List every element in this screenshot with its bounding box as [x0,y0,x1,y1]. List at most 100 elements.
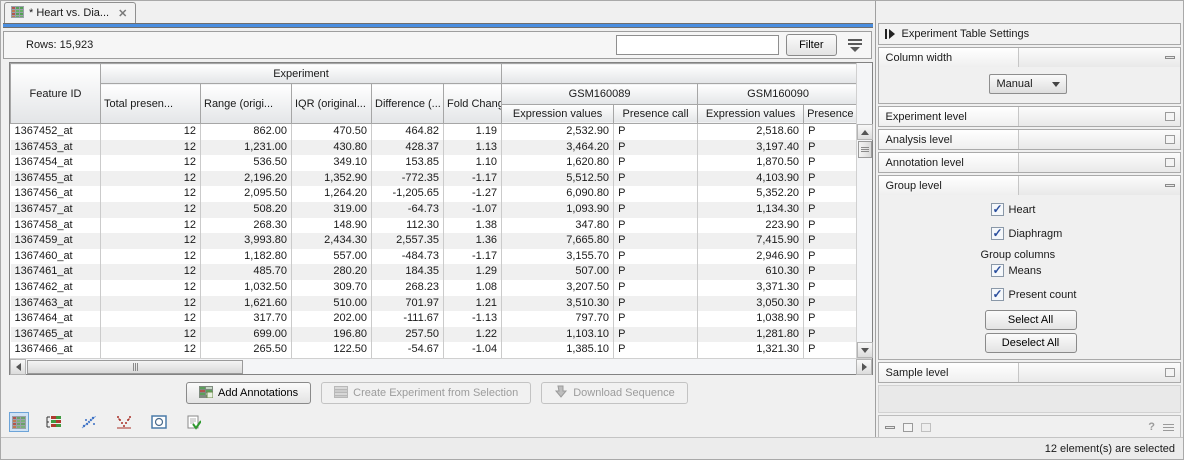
table-cell[interactable]: 1,103.10 [502,327,614,343]
table-cell[interactable]: 507.00 [502,264,614,280]
report-view-icon[interactable] [184,412,204,432]
table-cell[interactable]: 1367457_at [11,202,101,218]
table-cell[interactable]: P [614,218,698,234]
table-cell[interactable]: 508.20 [201,202,292,218]
deselect-all-button[interactable]: Deselect All [985,333,1077,353]
table-cell[interactable]: 3,993.80 [201,233,292,249]
table-cell[interactable]: 265.50 [201,342,292,358]
table-cell[interactable]: 309.70 [292,280,372,296]
histogram-view-icon[interactable] [149,412,169,432]
side-panel-header[interactable]: Experiment Table Settings [878,23,1181,45]
table-cell[interactable]: 1367459_at [11,233,101,249]
scroll-right-icon[interactable] [856,359,872,375]
column-header-expression-values-2[interactable]: Expression values [698,104,804,124]
table-cell[interactable]: 1367458_at [11,218,101,234]
horizontal-scrollbar[interactable] [10,358,872,374]
section-header-annotation-level[interactable]: Annotation level [879,153,1180,172]
table-cell[interactable]: 112.30 [372,218,444,234]
table-row[interactable]: 1367455_at122,196.201,352.90-772.35-1.17… [11,171,857,187]
collapse-panel-icon[interactable] [885,29,895,39]
table-cell[interactable]: 2,946.90 [698,249,804,265]
table-row[interactable]: 1367458_at12268.30148.90112.301.38347.80… [11,218,857,234]
table-row[interactable]: 1367456_at122,095.501,264.20-1,205.65-1.… [11,186,857,202]
volcano-plot-view-icon[interactable] [114,412,134,432]
add-annotations-button[interactable]: Add Annotations [186,382,311,404]
table-cell[interactable]: P [614,264,698,280]
table-cell[interactable]: 3,155.70 [502,249,614,265]
section-header-sample-level[interactable]: Sample level [879,363,1180,382]
table-cell[interactable]: 5,512.50 [502,171,614,187]
scatter-plot-view-icon[interactable] [79,412,99,432]
horizontal-scroll-thumb[interactable] [27,360,243,374]
table-cell[interactable]: 1,620.80 [502,155,614,171]
table-row[interactable]: 1367465_at12699.00196.80257.501.221,103.… [11,327,857,343]
table-cell[interactable]: P [804,311,856,327]
scroll-down-icon[interactable] [857,342,873,358]
table-cell[interactable]: 1,038.90 [698,311,804,327]
table-cell[interactable]: 148.90 [292,218,372,234]
help-icon[interactable]: ? [1148,421,1155,433]
table-cell[interactable]: 1.38 [444,218,502,234]
table-cell[interactable]: 257.50 [372,327,444,343]
column-header-total-present[interactable]: Total presen... [101,84,201,124]
table-cell[interactable]: -1.17 [444,249,502,265]
table-cell[interactable]: 319.00 [292,202,372,218]
table-cell[interactable]: 12 [101,218,201,234]
table-cell[interactable]: 3,464.20 [502,140,614,156]
table-cell[interactable]: 3,371.30 [698,280,804,296]
table-cell[interactable]: 1367466_at [11,342,101,358]
table-cell[interactable]: 1,093.90 [502,202,614,218]
table-row[interactable]: 1367453_at121,231.00430.80428.371.133,46… [11,140,857,156]
collapse-all-icon[interactable] [885,426,895,429]
table-cell[interactable]: P [614,140,698,156]
table-cell[interactable]: 4,103.90 [698,171,804,187]
vertical-scrollbar[interactable] [856,63,872,358]
table-cell[interactable]: 12 [101,124,201,140]
table-cell[interactable]: P [804,202,856,218]
table-cell[interactable]: 430.80 [292,140,372,156]
table-cell[interactable]: 1367462_at [11,280,101,296]
column-header-presence-call-2[interactable]: Presence c [804,104,856,124]
table-cell[interactable]: -1.13 [444,311,502,327]
table-cell[interactable]: 1.36 [444,233,502,249]
table-cell[interactable]: 280.20 [292,264,372,280]
table-cell[interactable]: 223.90 [698,218,804,234]
table-cell[interactable]: 1,321.30 [698,342,804,358]
table-cell[interactable]: P [614,186,698,202]
table-cell[interactable]: P [804,327,856,343]
table-cell[interactable]: 2,434.30 [292,233,372,249]
table-cell[interactable]: 485.70 [201,264,292,280]
table-cell[interactable]: 12 [101,202,201,218]
table-cell[interactable]: P [804,155,856,171]
table-cell[interactable]: 268.30 [201,218,292,234]
group-header-gsm160090[interactable]: GSM160090 [698,84,856,105]
table-cell[interactable]: P [614,155,698,171]
collapse-section-icon[interactable] [1165,56,1175,59]
section-header-column-width[interactable]: Column width [879,48,1180,67]
table-cell[interactable]: P [804,249,856,265]
table-cell[interactable]: 3,207.50 [502,280,614,296]
table-cell[interactable]: 536.50 [201,155,292,171]
table-cell[interactable]: 1,281.80 [698,327,804,343]
table-cell[interactable]: P [804,264,856,280]
group-header-experiment[interactable]: Experiment [101,64,502,84]
table-cell[interactable]: 347.80 [502,218,614,234]
table-cell[interactable]: 797.70 [502,311,614,327]
table-cell[interactable]: 1,352.90 [292,171,372,187]
expand-all-icon[interactable] [903,423,913,432]
table-cell[interactable]: 510.00 [292,296,372,312]
view-menu-icon[interactable] [1163,424,1174,431]
table-cell[interactable]: 3,050.30 [698,296,804,312]
table-cell[interactable]: 1,231.00 [201,140,292,156]
table-cell[interactable]: 3,197.40 [698,140,804,156]
expand-section-icon[interactable] [1165,158,1175,167]
table-cell[interactable]: 12 [101,233,201,249]
table-cell[interactable]: P [614,124,698,140]
heart-checkbox[interactable] [991,203,1004,216]
table-cell[interactable]: 1367454_at [11,155,101,171]
table-cell[interactable]: 1.19 [444,124,502,140]
table-cell[interactable]: P [804,124,856,140]
table-cell[interactable]: 610.30 [698,264,804,280]
table-cell[interactable]: 2,557.35 [372,233,444,249]
table-cell[interactable]: 428.37 [372,140,444,156]
